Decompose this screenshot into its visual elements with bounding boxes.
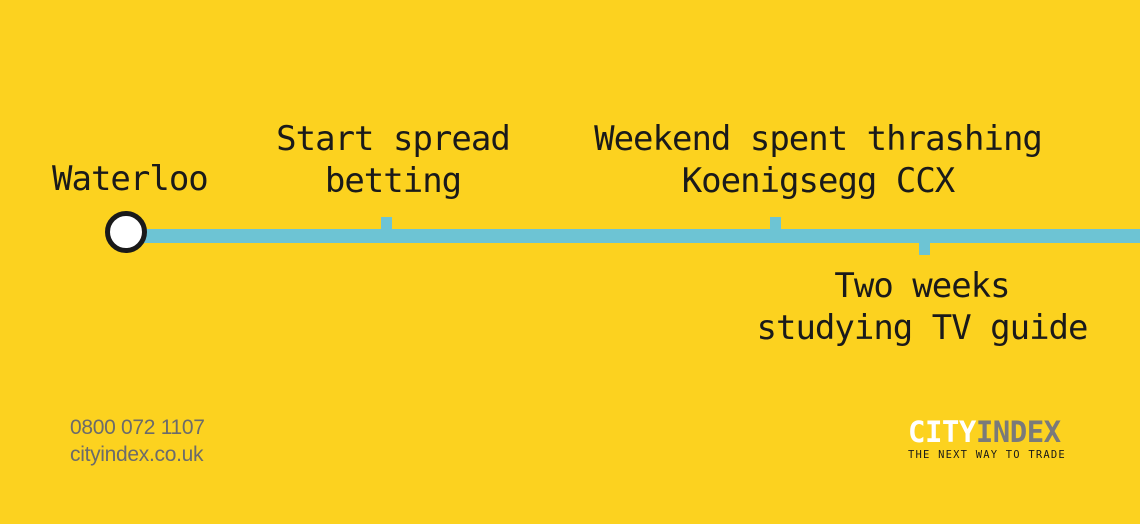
contact-info: 0800 072 1107 cityindex.co.uk — [70, 414, 205, 468]
logo-tagline: THE NEXT WAY TO TRADE — [908, 449, 1066, 461]
logo-index: INDEX — [975, 415, 1061, 449]
stop-label-3: Two weeks studying TV guide — [752, 265, 1092, 349]
stop-marker-1 — [381, 217, 392, 229]
advertisement-poster: Waterloo Start spread betting Weekend sp… — [0, 0, 1140, 524]
stop-label-2-line2: Koenigsegg CCX — [681, 161, 956, 201]
stop-label-1-line1: Start spread — [276, 119, 511, 159]
logo-city: CITY — [908, 415, 976, 449]
stop-label-3-line2: studying TV guide — [756, 308, 1089, 348]
phone-number: 0800 072 1107 — [70, 416, 205, 439]
tube-line — [130, 229, 1140, 243]
logo-wordmark: CITYINDEX — [908, 417, 1078, 447]
stop-marker-3 — [919, 243, 930, 255]
city-index-logo: CITYINDEX THE NEXT WAY TO TRADE — [908, 417, 1078, 467]
stop-marker-2 — [770, 217, 781, 229]
stop-label-1-line2: betting — [324, 161, 462, 201]
station-circle-icon — [105, 211, 147, 253]
stop-label-2-line1: Weekend spent thrashing — [594, 119, 1043, 159]
stop-label-3-line1: Two weeks — [834, 266, 1010, 306]
origin-station-label: Waterloo — [52, 159, 209, 199]
stop-label-2: Weekend spent thrashing Koenigsegg CCX — [583, 118, 1053, 202]
stop-label-1: Start spread betting — [268, 118, 518, 202]
website-link[interactable]: cityindex.co.uk — [70, 441, 205, 468]
